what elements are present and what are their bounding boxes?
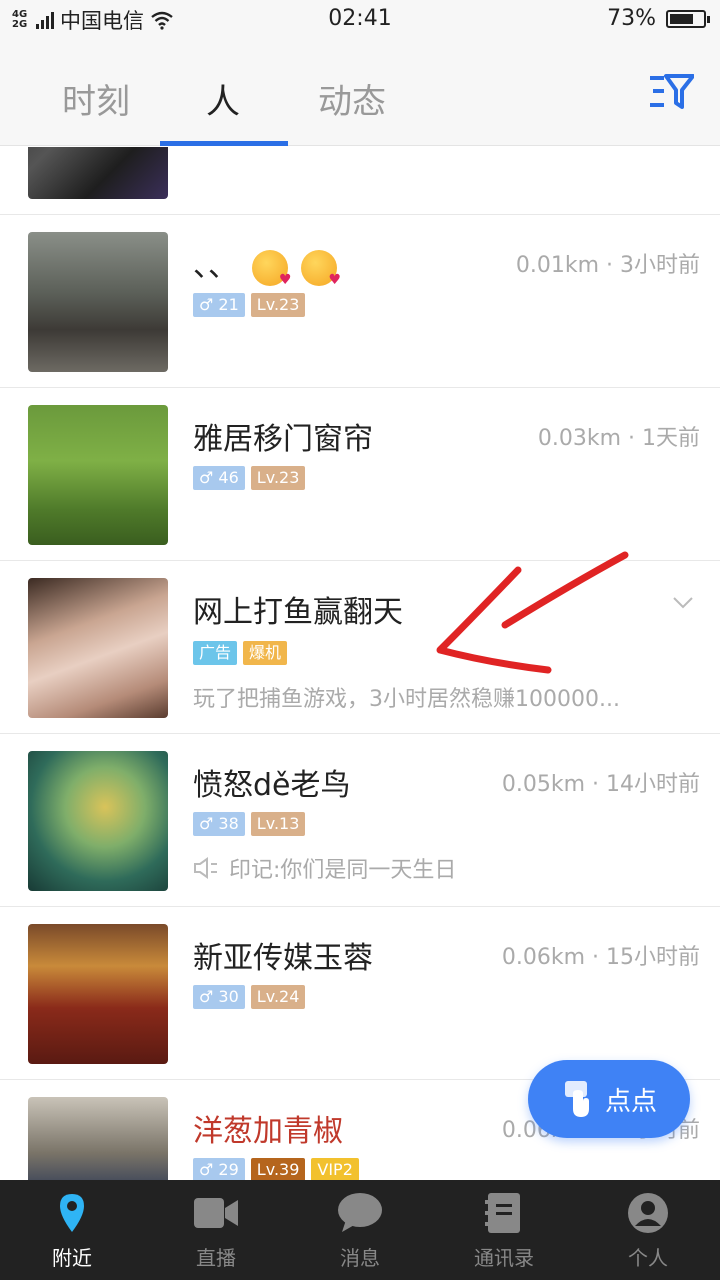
ad-list-item[interactable]: 网上打鱼赢翻天 广告 爆机 玩了把捕鱼游戏，3小时居然稳赚100000... bbox=[0, 561, 720, 734]
nav-messages-label: 消息 bbox=[340, 1246, 380, 1270]
nav-contacts[interactable]: 通讯录 bbox=[432, 1180, 576, 1280]
contacts-book-icon bbox=[485, 1193, 520, 1233]
user-name: 、、 bbox=[193, 241, 341, 288]
distance-time: 0.06km · 15小时前 bbox=[501, 945, 700, 970]
user-name: 洋葱加青椒 bbox=[193, 1114, 343, 1149]
nav-live[interactable]: 直播 bbox=[144, 1180, 288, 1280]
ad-badge: 广告 bbox=[193, 641, 238, 665]
nav-profile[interactable]: 个人 bbox=[576, 1180, 720, 1280]
fab-label: 点点 bbox=[604, 1086, 657, 1117]
nav-live-label: 直播 bbox=[196, 1246, 236, 1270]
kissing-heart-emoji bbox=[251, 249, 292, 288]
status-bar: 4G 2G 中国电信 02:41 73% bbox=[0, 0, 720, 38]
avatar bbox=[28, 578, 168, 718]
level-badge: Lv.23 bbox=[250, 293, 306, 317]
avatar bbox=[28, 147, 168, 199]
top-tab-bar: 时刻 人 动态 bbox=[0, 38, 720, 146]
list-item[interactable]: 新亚传媒玉蓉 0.06km · 15小时前 ♂ 30 Lv.24 bbox=[0, 907, 720, 1080]
avatar bbox=[28, 1097, 168, 1180]
battery-percent: 73% bbox=[607, 6, 656, 31]
level-badge: Lv.13 bbox=[250, 812, 306, 836]
imprint-note: 印记:你们是同一天生日 bbox=[193, 852, 456, 884]
hot-badge: 爆机 bbox=[243, 641, 288, 665]
gender-age-badge: ♂ 46 bbox=[193, 466, 245, 490]
distance-time: 0.05km · 14小时前 bbox=[501, 772, 700, 797]
distance-time: 0.01km · 3小时前 bbox=[515, 253, 700, 278]
chevron-down-icon[interactable] bbox=[672, 591, 694, 613]
filter-icon[interactable] bbox=[650, 74, 694, 110]
user-name: 新亚传媒玉蓉 bbox=[193, 941, 373, 976]
level-badge: Lv.24 bbox=[250, 985, 306, 1009]
nav-messages[interactable]: 消息 bbox=[288, 1180, 432, 1280]
nav-contacts-label: 通讯录 bbox=[474, 1246, 534, 1270]
vip-badge: VIP2 bbox=[311, 1158, 359, 1180]
user-name: 愤怒dě老鸟 bbox=[193, 768, 351, 803]
people-list: 、、 0.01km · 3小时前 ♂ 21 Lv.23 雅居移门窗帘 0.03k… bbox=[0, 147, 720, 1180]
gender-age-badge: ♂ 21 bbox=[193, 293, 245, 317]
gender-age-badge: ♂ 30 bbox=[193, 985, 245, 1009]
nav-nearby-label: 附近 bbox=[52, 1246, 92, 1270]
tap-hand-icon bbox=[564, 1081, 589, 1117]
tab-moments[interactable]: 时刻 bbox=[62, 74, 130, 123]
video-camera-icon bbox=[194, 1198, 238, 1228]
list-item[interactable]: 雅居移门窗帘 0.03km · 1天前 ♂ 46 Lv.23 bbox=[0, 388, 720, 561]
chat-bubble-icon bbox=[338, 1193, 382, 1232]
avatar bbox=[28, 232, 168, 372]
speaker-icon bbox=[194, 857, 217, 879]
list-item[interactable] bbox=[0, 147, 720, 215]
level-badge: Lv.23 bbox=[250, 466, 306, 490]
imprint-text: 印记:你们是同一天生日 bbox=[229, 858, 457, 883]
tab-people[interactable]: 人 bbox=[206, 74, 240, 123]
battery-icon bbox=[666, 9, 710, 28]
dian-dian-button[interactable]: 点点 bbox=[528, 1060, 690, 1138]
user-avatar-icon bbox=[628, 1193, 668, 1233]
level-badge: Lv.39 bbox=[250, 1158, 306, 1180]
list-item[interactable]: 愤怒dě老鸟 0.05km · 14小时前 ♂ 38 Lv.13 印记:你们是同… bbox=[0, 734, 720, 907]
avatar bbox=[28, 924, 168, 1064]
nav-profile-label: 个人 bbox=[628, 1246, 668, 1270]
kissing-heart-emoji bbox=[301, 249, 341, 288]
active-tab-indicator bbox=[160, 141, 288, 146]
gender-age-badge: ♂ 38 bbox=[193, 812, 245, 836]
list-item[interactable]: 、、 0.01km · 3小时前 ♂ 21 Lv.23 bbox=[0, 215, 720, 388]
ad-description: 玩了把捕鱼游戏，3小时居然稳赚100000... bbox=[193, 687, 620, 712]
bottom-navigation: 附近 直播 消息 通讯录 个人 bbox=[0, 1180, 720, 1280]
tab-feed[interactable]: 动态 bbox=[318, 74, 386, 123]
gender-age-badge: ♂ 29 bbox=[193, 1158, 245, 1180]
distance-time: 0.03km · 1天前 bbox=[537, 426, 700, 451]
nav-nearby[interactable]: 附近 bbox=[0, 1180, 144, 1280]
location-pin-icon bbox=[60, 1194, 84, 1232]
user-name: 雅居移门窗帘 bbox=[193, 422, 373, 457]
user-name: 网上打鱼赢翻天 bbox=[193, 595, 403, 630]
avatar bbox=[28, 751, 168, 891]
avatar bbox=[28, 405, 168, 545]
